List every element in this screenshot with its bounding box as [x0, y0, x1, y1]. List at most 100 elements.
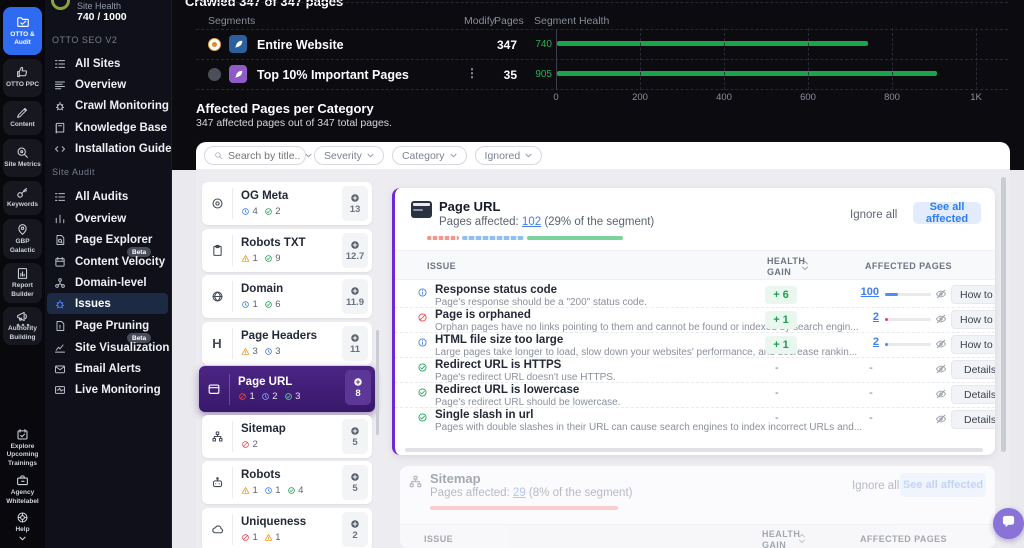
sort-icon[interactable] [801, 260, 809, 274]
affected-pages-link[interactable]: 2 [843, 311, 879, 323]
category-score: 12.7 [342, 233, 368, 268]
category-card-robots[interactable]: Robots 1 1 4 5 [202, 461, 372, 504]
pages-affected-link[interactable]: 102 [522, 216, 541, 228]
ignore-eye-slash-icon[interactable] [935, 338, 947, 350]
sidebar-item-overview-seo[interactable]: Overview [54, 76, 168, 93]
sidebar-item-page-pruning[interactable]: Page Pruning [54, 317, 168, 334]
health-plus-icon [350, 333, 360, 343]
segment-radio-unselected[interactable] [208, 68, 221, 81]
sort-icon[interactable] [798, 533, 806, 547]
affected-pages-link[interactable]: 2 [843, 336, 879, 348]
chevron-down-icon [450, 153, 457, 158]
category-list-scrollbar[interactable] [376, 330, 379, 435]
sidebar-item-domain-level[interactable]: Domain-level [54, 274, 168, 291]
ignore-eye-slash-icon[interactable] [935, 388, 947, 400]
ignore-all-button[interactable]: Ignore all [852, 480, 899, 492]
segment-name[interactable]: Entire Website [257, 38, 344, 52]
segment-health-value: 905 [528, 69, 552, 80]
axis-tick-label: 0 [541, 92, 571, 103]
rail-item-more[interactable] [3, 320, 42, 334]
chevron-down-icon [367, 153, 374, 158]
sidebar-item-all-sites[interactable]: All Sites [54, 55, 168, 72]
rail-item-otto-ppc[interactable]: OTTO PPC [3, 59, 42, 97]
ignore-all-button[interactable]: Ignore all [850, 209, 897, 221]
rail-item-label: Agency Whitelabel [4, 489, 41, 505]
sidebar-item-knowledge-base[interactable]: Knowledge Base [54, 119, 168, 136]
panel-vertical-scrollbar[interactable] [1001, 177, 1006, 452]
details-button[interactable]: Details [951, 385, 995, 404]
sidebar-item-content-velocity[interactable]: Content Velocity [54, 253, 168, 270]
category-card-robots-txt[interactable]: Robots TXT 1 9 12.7 [202, 229, 372, 272]
rail-item-help[interactable]: Help [3, 510, 42, 542]
category-card-og-meta[interactable]: OG Meta 4 2 13 [202, 182, 372, 225]
axis-tick-label: 400 [709, 92, 739, 103]
sidebar-item-live-monitoring[interactable]: Live Monitoring [54, 381, 168, 398]
chat-messenger-button[interactable] [993, 508, 1024, 539]
ignore-eye-slash-icon[interactable] [935, 313, 947, 325]
segment-radio-selected[interactable] [208, 38, 221, 51]
issue-row: Response status code Page's response sho… [395, 283, 995, 308]
pages-affected-link[interactable]: 29 [513, 487, 526, 499]
sidebar-item-crawl-monitoring[interactable]: Crawl Monitoring [54, 97, 168, 114]
sidebar-item-installation-guide[interactable]: Installation Guide [54, 140, 168, 157]
affected-pages-bar [885, 293, 931, 296]
details-button[interactable]: Details [951, 360, 995, 379]
severity-filter[interactable]: Severity [314, 146, 384, 165]
issue-table-header: ISSUE HEALTHGAIN AFFECTED PAGES [395, 250, 995, 280]
affected-pages-bar [885, 318, 931, 321]
horizontal-scrollbar[interactable] [405, 448, 983, 452]
badge-count: 1 [253, 532, 258, 543]
details-button[interactable]: Details [951, 410, 995, 429]
health-plus-icon [350, 519, 360, 529]
rail-item-report-builder[interactable]: Report Builder [3, 263, 42, 303]
affected-pages-link[interactable]: 100 [843, 286, 879, 298]
sidebar-item-site-visualization[interactable]: Site Visualization [54, 339, 168, 356]
rail-item-otto-audit[interactable]: OTTO & Audit [3, 7, 42, 55]
ignored-filter[interactable]: Ignored [475, 146, 543, 165]
health-plus-icon [350, 193, 360, 203]
rail-item-keywords[interactable]: Keywords [3, 181, 42, 215]
how-to-fix-button[interactable]: How to Fix [951, 310, 995, 329]
how-to-fix-button[interactable]: How to Fix [951, 335, 995, 354]
sidebar-item-email-alerts[interactable]: Email Alerts [54, 360, 168, 377]
rail-item-agency-whitelabel[interactable]: Agency Whitelabel [3, 472, 42, 508]
badge-count: 1 [275, 532, 280, 543]
see-all-affected-button[interactable]: See all affected [913, 202, 981, 224]
sidebar-item-issues[interactable]: Issues [54, 295, 168, 312]
ignore-eye-slash-icon[interactable] [935, 413, 947, 425]
category-card-page-url[interactable]: Page URL 1 2 3 8 [199, 366, 375, 412]
ignore-eye-slash-icon[interactable] [935, 288, 947, 300]
category-score: 8 [345, 370, 371, 405]
sidebar-item-all-audits[interactable]: All Audits [54, 188, 168, 205]
col-modify: Modify [464, 15, 495, 27]
segment-health-bar [557, 41, 868, 46]
sidebar-item-page-explorer[interactable]: Page Explorer [54, 231, 168, 248]
col-segments: Segments [208, 15, 255, 27]
network-icon [54, 277, 66, 289]
rail-item-trainings[interactable]: Explore Upcoming Trainings [3, 426, 42, 470]
rail-item-content[interactable]: Content [3, 101, 42, 135]
see-all-affected-button[interactable]: See all affected [900, 473, 986, 497]
segment-name[interactable]: Top 10% Important Pages [257, 68, 409, 82]
modify-menu-button[interactable]: ⋮ [466, 66, 478, 80]
category-card-sitemap[interactable]: Sitemap 2 5 [202, 415, 372, 458]
issue-description: Page's redirect URL doesn't use HTTPS. [435, 372, 616, 383]
sidebar-item-overview-audit[interactable]: Overview [54, 210, 168, 227]
badge-count: 4 [298, 485, 303, 496]
doc-search-icon [54, 234, 66, 246]
axis-tick-label: 1K [961, 92, 991, 103]
category-filter[interactable]: Category [392, 146, 467, 165]
category-card-domain[interactable]: Domain 1 6 11.9 [202, 275, 372, 318]
category-card-uniqueness[interactable]: Uniqueness 1 1 2 [202, 508, 372, 548]
bug-icon [54, 298, 66, 310]
rail-item-site-metrics[interactable]: Site Metrics [3, 139, 42, 177]
layers-icon [54, 79, 66, 91]
ignore-eye-slash-icon[interactable] [935, 363, 947, 375]
rail-item-gbp-galactic[interactable]: GBP Galactic [3, 219, 42, 259]
how-to-fix-button[interactable]: How to Fix [951, 285, 995, 304]
search-filter[interactable] [204, 146, 306, 165]
category-card-page-headers[interactable]: H Page Headers 3 3 11 [202, 322, 372, 365]
search-input[interactable] [228, 150, 300, 162]
sitemap-icon [202, 430, 232, 443]
issue-row: HTML file size too large Large pages tak… [395, 333, 995, 358]
